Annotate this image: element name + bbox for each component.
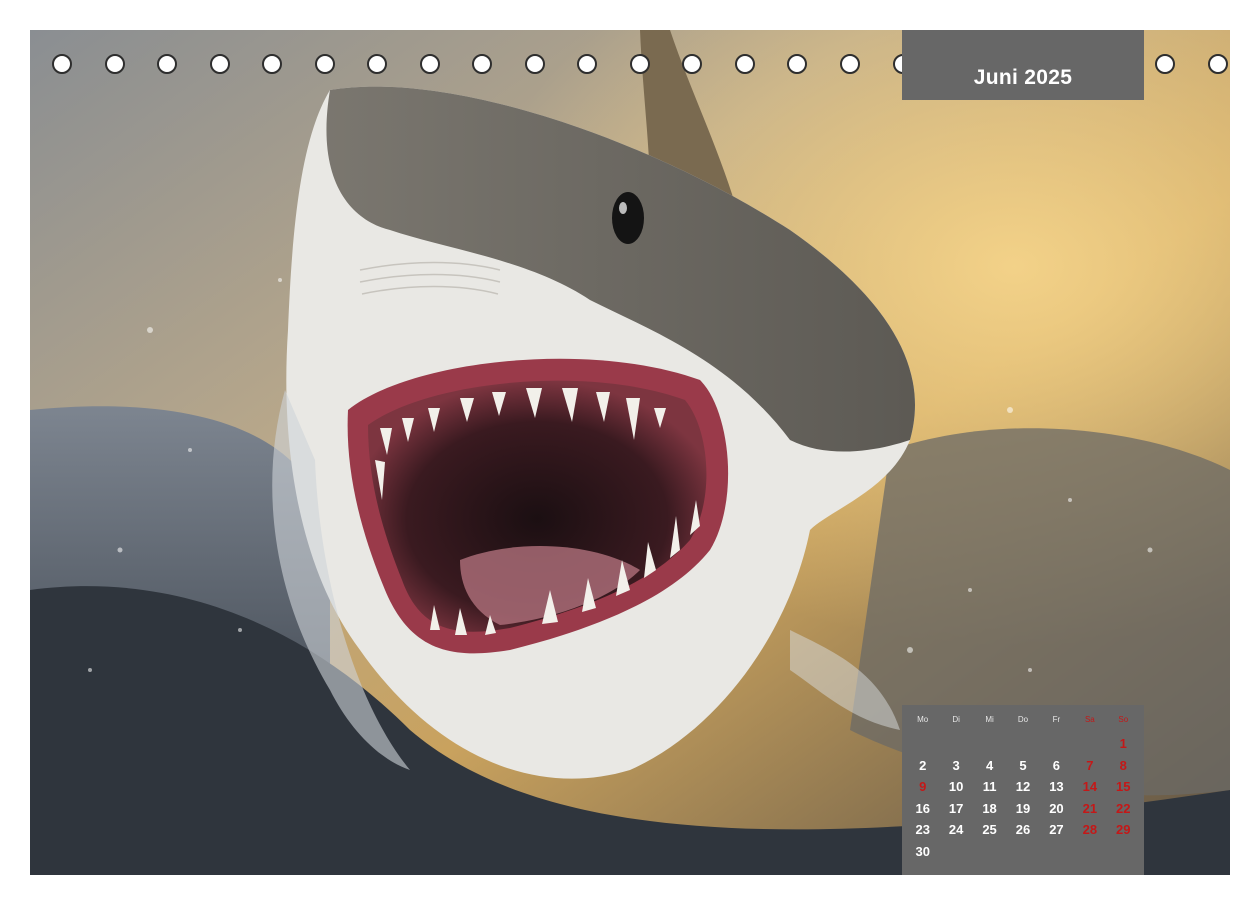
calendar-day: 20: [1049, 800, 1064, 816]
calendar-day: 12: [1015, 779, 1031, 795]
calendar-day: 29: [1116, 822, 1131, 838]
calendar-day: 22: [1116, 800, 1131, 816]
calendar-day: 5: [1019, 757, 1027, 773]
calendar-grid: Mo Di Mi Do Fr Sa So 1 2 3 4 5 6 7 8 9 10 11 12 13 14 15 16 17…: [902, 705, 1144, 875]
calendar-day: 18: [982, 800, 997, 816]
weekday-label: Di: [952, 715, 960, 724]
calendar-day: 26: [1015, 822, 1031, 838]
calendar-day: 15: [1116, 779, 1131, 795]
calendar-week-row: 9 10 11 12 13 14 15: [906, 776, 1140, 798]
weekday-label: So: [1118, 715, 1129, 724]
month-title: Juni 2025: [973, 66, 1073, 89]
calendar-day: 10: [948, 779, 964, 795]
weekday-label: Mi: [985, 715, 994, 724]
weekday-label: Sa: [1084, 715, 1095, 724]
calendar-day: 21: [1082, 800, 1098, 816]
calendar-day: 28: [1082, 822, 1098, 838]
calendar-week-row: 2 3 4 5 6 7 8: [906, 755, 1140, 777]
calendar-week-row: 23 24 25 26 27 28 29: [906, 819, 1140, 841]
calendar-day: 30: [915, 843, 930, 859]
calendar-day: 11: [982, 779, 997, 795]
calendar-day: 14: [1082, 779, 1098, 795]
month-header: Juni 2025: [902, 30, 1144, 100]
calendar-day: 25: [982, 822, 997, 838]
calendar-body: 1 2 3 4 5 6 7 8 9 10 11 12 13 14 15 16 17 18 19 20 21 22 23 24 2…: [906, 733, 1140, 862]
calendar-day: 7: [1086, 757, 1094, 773]
calendar-day: 9: [919, 779, 927, 795]
calendar-day: 8: [1119, 757, 1127, 773]
calendar-day: 19: [1015, 800, 1031, 816]
calendar-day: 16: [915, 800, 930, 816]
calendar-sheet: Juni 2025 Mo Di Mi Do Fr Sa So 1 2 3 4 5 6 7 8 9 10 11 12…: [30, 30, 1230, 875]
calendar-day: 24: [948, 822, 964, 838]
calendar-day: 17: [948, 800, 964, 816]
calendar-day: 23: [915, 822, 930, 838]
calendar-day: 2: [919, 757, 927, 773]
calendar-day: 1: [1119, 736, 1127, 752]
calendar-week-row: 30: [906, 841, 1140, 863]
calendar-day: 13: [1049, 779, 1064, 795]
calendar-week-row: 1: [906, 733, 1140, 755]
calendar-day: 6: [1052, 757, 1061, 773]
weekday-label: Mo: [917, 715, 929, 724]
weekday-label: Do: [1017, 715, 1029, 724]
calendar-day: 3: [952, 757, 960, 773]
weekday-header: Mo Di Mi Do Fr Sa So: [906, 715, 1140, 733]
weekday-label: Fr: [1052, 715, 1061, 724]
calendar-day: 4: [985, 757, 994, 773]
calendar-week-row: 16 17 18 19 20 21 22: [906, 798, 1140, 820]
calendar-day: 27: [1049, 822, 1064, 838]
